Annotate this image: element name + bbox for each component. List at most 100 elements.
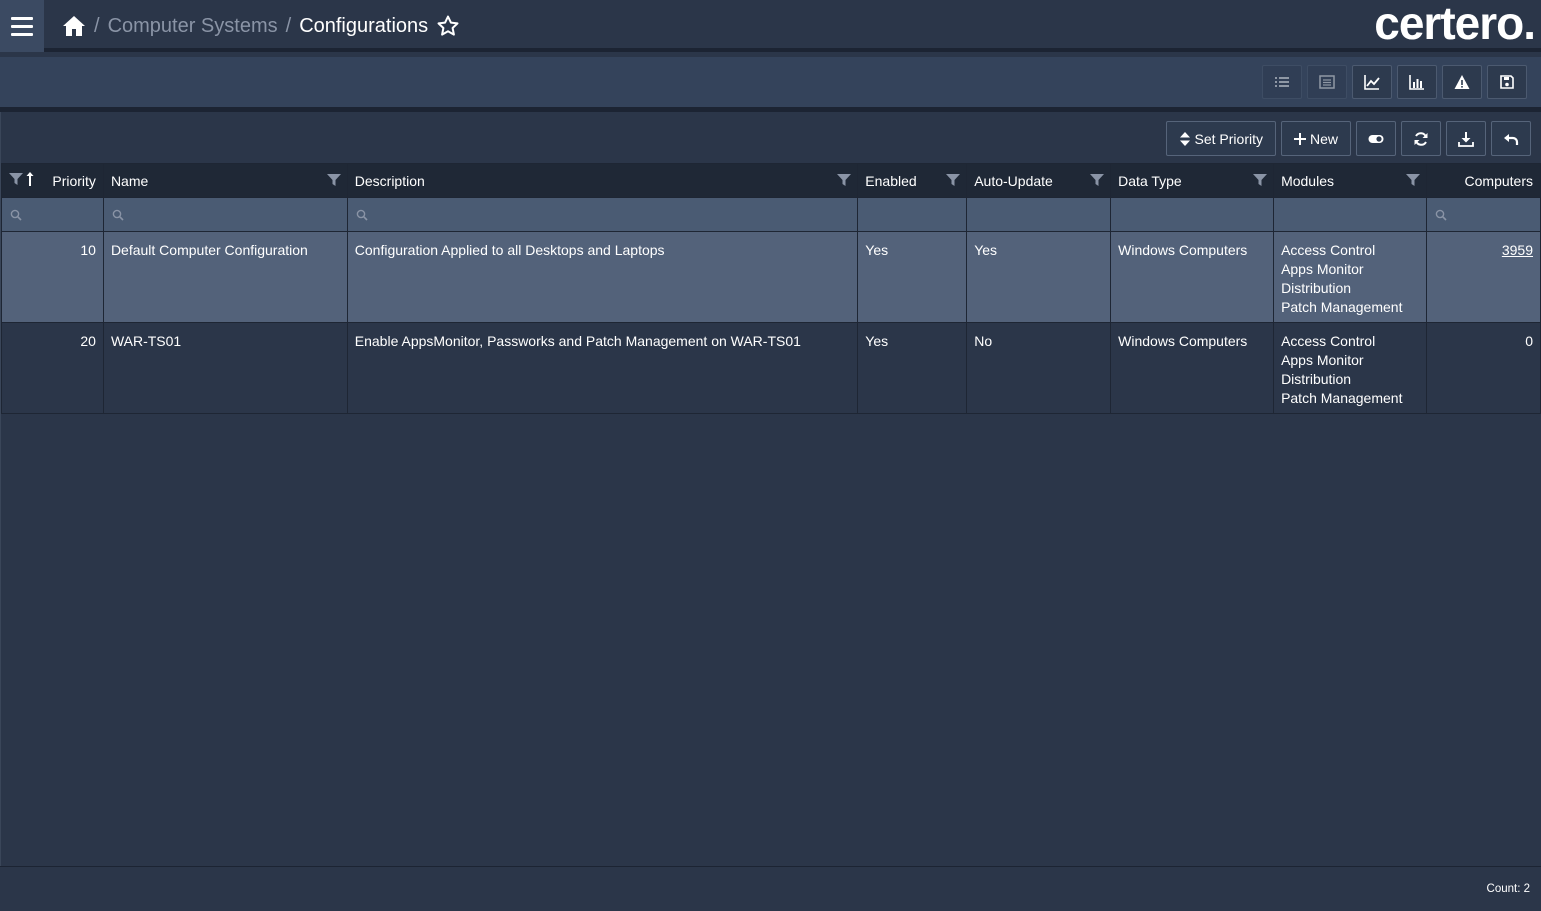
module-item: Distribution bbox=[1281, 371, 1352, 387]
configurations-panel: Set Priority New Priority Name Descripti… bbox=[0, 112, 1541, 911]
priority-filter-input[interactable] bbox=[1, 197, 104, 232]
column-label: Priority bbox=[52, 172, 96, 189]
undo-button[interactable] bbox=[1491, 121, 1531, 156]
breadcrumb-computer-systems[interactable]: Computer Systems bbox=[108, 15, 278, 38]
sort-ascending-icon[interactable] bbox=[26, 172, 34, 186]
breadcrumb-separator: / bbox=[94, 14, 100, 37]
column-label: Modules bbox=[1281, 172, 1334, 189]
download-icon bbox=[1458, 131, 1474, 147]
computers-count-link[interactable]: 3959 bbox=[1502, 242, 1533, 258]
grid-view-button[interactable] bbox=[1307, 65, 1347, 99]
filter-icon[interactable] bbox=[837, 173, 852, 187]
data-type-cell: Windows Computers bbox=[1110, 322, 1275, 414]
computers-cell: 0 bbox=[1425, 322, 1541, 414]
column-label: Name bbox=[110, 172, 149, 189]
name-cell: Default Computer Configuration bbox=[102, 231, 348, 323]
warning-icon bbox=[1454, 75, 1470, 89]
module-item: Patch Management bbox=[1281, 299, 1403, 315]
bar-chart-icon bbox=[1409, 75, 1424, 90]
column-label: Description bbox=[354, 172, 425, 189]
refresh-icon bbox=[1414, 131, 1428, 146]
save-icon bbox=[1500, 75, 1514, 89]
computers-filter-input[interactable] bbox=[1425, 197, 1541, 232]
column-label: Data Type bbox=[1118, 172, 1182, 189]
column-header-auto-update[interactable]: Auto-Update bbox=[966, 163, 1112, 198]
toggle-button[interactable] bbox=[1356, 121, 1396, 156]
list-icon bbox=[1275, 77, 1289, 87]
top-bar: / Computer Systems / Configurations cert… bbox=[0, 0, 1541, 52]
name-filter-input[interactable] bbox=[102, 197, 348, 232]
filter-icon[interactable] bbox=[1405, 173, 1420, 187]
table-row[interactable]: 20 WAR-TS01 Enable AppsMonitor, Passwork… bbox=[1, 322, 1541, 414]
data-type-cell: Windows Computers bbox=[1110, 231, 1275, 323]
plus-icon bbox=[1293, 132, 1306, 145]
column-label: Auto-Update bbox=[974, 172, 1053, 189]
toggle-icon bbox=[1368, 134, 1384, 143]
grid-view-icon bbox=[1319, 75, 1335, 89]
search-icon bbox=[112, 209, 124, 221]
data-type-filter-cell bbox=[1110, 197, 1275, 232]
module-item: Patch Management bbox=[1281, 390, 1403, 406]
modules-cell: Access Control Apps Monitor Distribution… bbox=[1273, 231, 1427, 323]
bar-chart-button[interactable] bbox=[1397, 65, 1437, 99]
record-count: Count: 2 bbox=[1486, 883, 1530, 895]
new-button[interactable]: New bbox=[1280, 121, 1351, 156]
module-item: Apps Monitor bbox=[1281, 352, 1364, 368]
column-header-enabled[interactable]: Enabled bbox=[857, 163, 968, 198]
name-cell: WAR-TS01 bbox=[102, 322, 348, 414]
save-button[interactable] bbox=[1487, 65, 1527, 99]
column-label: Enabled bbox=[865, 172, 917, 189]
filter-icon[interactable] bbox=[9, 172, 23, 186]
configurations-table: Priority Name Description Enabled Auto-U… bbox=[1, 163, 1541, 414]
filter-row bbox=[1, 197, 1541, 232]
auto-update-filter-cell bbox=[966, 197, 1112, 232]
filter-icon[interactable] bbox=[946, 173, 961, 187]
auto-update-cell: Yes bbox=[966, 231, 1112, 323]
computers-cell: 3959 bbox=[1425, 231, 1541, 323]
search-icon bbox=[10, 209, 22, 221]
column-header-data-type[interactable]: Data Type bbox=[1110, 163, 1275, 198]
enabled-cell: Yes bbox=[857, 231, 968, 323]
home-icon[interactable] bbox=[62, 15, 86, 37]
description-cell: Enable AppsMonitor, Passworks and Patch … bbox=[346, 322, 859, 414]
module-item: Apps Monitor bbox=[1281, 261, 1364, 277]
column-header-computers[interactable]: Computers bbox=[1425, 163, 1541, 198]
table-row[interactable]: 10 Default Computer Configuration Config… bbox=[1, 231, 1541, 323]
column-header-description[interactable]: Description bbox=[346, 163, 859, 198]
description-cell: Configuration Applied to all Desktops an… bbox=[346, 231, 859, 323]
hamburger-menu-icon[interactable] bbox=[0, 0, 44, 52]
description-filter-input[interactable] bbox=[346, 197, 859, 232]
warning-button[interactable] bbox=[1442, 65, 1482, 99]
enabled-filter-cell bbox=[857, 197, 968, 232]
priority-cell: 20 bbox=[1, 322, 104, 414]
sort-arrows-icon bbox=[1179, 131, 1190, 146]
priority-cell: 10 bbox=[1, 231, 104, 323]
download-button[interactable] bbox=[1446, 121, 1486, 156]
modules-cell: Access Control Apps Monitor Distribution… bbox=[1273, 322, 1427, 414]
list-view-button[interactable] bbox=[1262, 65, 1302, 99]
grid-toolbar: Set Priority New bbox=[1165, 121, 1531, 156]
module-item: Access Control bbox=[1281, 242, 1376, 258]
column-header-modules[interactable]: Modules bbox=[1273, 163, 1427, 198]
filter-icon[interactable] bbox=[326, 173, 341, 187]
breadcrumb: / Computer Systems / Configurations bbox=[62, 12, 460, 40]
line-chart-button[interactable] bbox=[1352, 65, 1392, 99]
module-item: Access Control bbox=[1281, 333, 1376, 349]
new-label: New bbox=[1309, 130, 1338, 147]
line-chart-icon bbox=[1364, 75, 1380, 90]
column-header-name[interactable]: Name bbox=[102, 163, 348, 198]
column-header-priority[interactable]: Priority bbox=[1, 163, 104, 198]
set-priority-button[interactable]: Set Priority bbox=[1165, 121, 1276, 156]
filter-icon[interactable] bbox=[1253, 173, 1268, 187]
set-priority-label: Set Priority bbox=[1194, 130, 1263, 147]
column-label: Computers bbox=[1464, 172, 1533, 189]
search-icon bbox=[1435, 209, 1447, 221]
table-header-row: Priority Name Description Enabled Auto-U… bbox=[1, 163, 1541, 198]
refresh-button[interactable] bbox=[1401, 121, 1441, 156]
favorite-star-icon[interactable] bbox=[436, 14, 460, 38]
module-item: Distribution bbox=[1281, 280, 1352, 296]
breadcrumb-separator: / bbox=[285, 14, 292, 37]
filter-icon[interactable] bbox=[1090, 173, 1105, 187]
view-toolbar bbox=[0, 57, 1541, 107]
enabled-cell: Yes bbox=[857, 322, 968, 414]
